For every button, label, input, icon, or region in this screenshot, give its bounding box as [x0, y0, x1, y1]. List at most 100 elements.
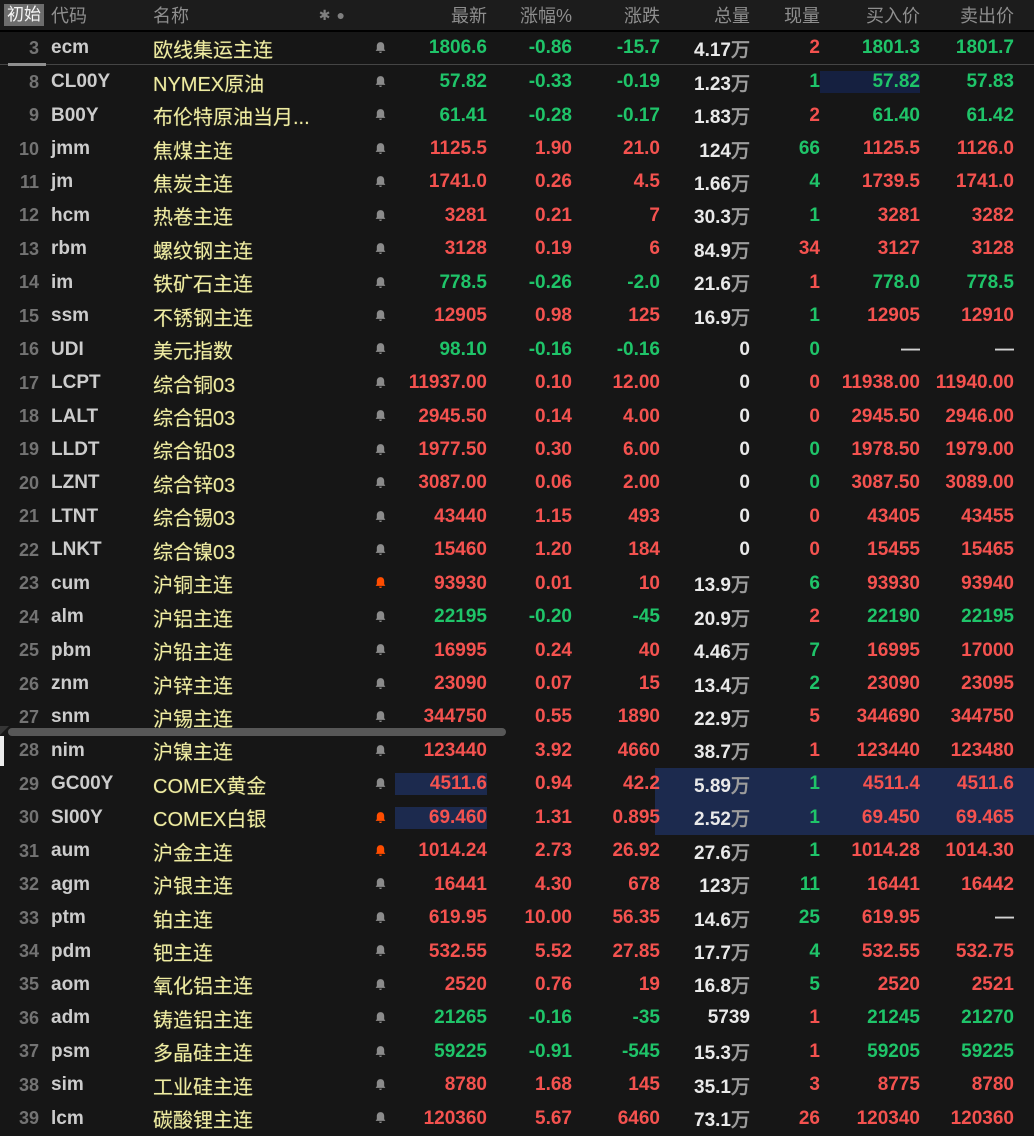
table-row[interactable]: 23 cum 沪铜主连 93930 0.01 10 13.9万 6 93930 …: [0, 567, 1034, 600]
table-row[interactable]: 21 LTNT 综合锡03 43440 1.15 493 0 0 43405 4…: [0, 500, 1034, 533]
column-header-code[interactable]: 代码: [45, 2, 153, 28]
alert-bell-icon[interactable]: [373, 910, 388, 926]
column-header-initial[interactable]: 初始: [0, 4, 45, 26]
alert-bell-icon[interactable]: [373, 74, 388, 90]
table-row[interactable]: 19 LLDT 综合铅03 1977.50 0.30 6.00 0 0 1978…: [0, 433, 1034, 466]
alert-bell-icon[interactable]: [373, 743, 388, 759]
last-price: 344750: [395, 706, 487, 728]
alert-cell: [365, 909, 395, 927]
initial-badge[interactable]: 初始: [4, 4, 44, 26]
current-volume: 7: [750, 640, 820, 662]
last-price: 23090: [395, 673, 487, 695]
table-row[interactable]: 9 B00Y 布伦特原油当月... 61.41 -0.28 -0.17 1.83…: [0, 99, 1034, 132]
scrollbar-corner-handle[interactable]: [0, 726, 9, 735]
change-value: 7: [572, 205, 660, 227]
current-volume: 2: [750, 673, 820, 695]
bid-price: 123440: [820, 740, 920, 762]
table-row[interactable]: 29 GC00Y COMEX黄金 4511.6 0.94 42.2 5.89万 …: [0, 768, 1034, 801]
instrument-name: 铂主连: [153, 904, 365, 933]
instrument-name: 多晶硅主连: [153, 1037, 365, 1066]
alert-bell-icon[interactable]: [373, 1077, 388, 1093]
change-value: 6.00: [572, 439, 660, 461]
alert-bell-icon[interactable]: [373, 843, 388, 859]
column-header-total-volume[interactable]: 总量: [660, 2, 750, 28]
table-row[interactable]: 35 aom 氧化铝主连 2520 0.76 19 16.8万 5 2520 2…: [0, 968, 1034, 1001]
alert-bell-icon[interactable]: [373, 308, 388, 324]
instrument-code: ecm: [45, 37, 153, 59]
table-row[interactable]: 32 agm 沪银主连 16441 4.30 678 123万 11 16441…: [0, 868, 1034, 901]
last-price: 619.95: [395, 907, 487, 929]
table-row[interactable]: 31 aum 沪金主连 1014.24 2.73 26.92 27.6万 1 1…: [0, 835, 1034, 868]
table-row[interactable]: 24 alm 沪铝主连 22195 -0.20 -45 20.9万 2 2219…: [0, 600, 1034, 633]
table-row[interactable]: 30 SI00Y COMEX白银 69.460 1.31 0.895 2.52万…: [0, 801, 1034, 834]
alert-bell-icon[interactable]: [373, 575, 388, 591]
change-value: -545: [572, 1041, 660, 1063]
alert-bell-icon[interactable]: [373, 642, 388, 658]
column-header-change-percent[interactable]: 涨幅%: [487, 2, 572, 28]
alert-bell-icon[interactable]: [373, 475, 388, 491]
alert-cell: [365, 642, 395, 660]
table-row[interactable]: 22 LNKT 综合镍03 15460 1.20 184 0 0 15455 1…: [0, 534, 1034, 567]
column-header-bid[interactable]: 买入价: [820, 2, 920, 28]
alert-bell-icon[interactable]: [373, 542, 388, 558]
alert-bell-icon[interactable]: [373, 1044, 388, 1060]
instrument-name-text: 沪锌主连: [153, 670, 233, 699]
instrument-name-text: 钯主连: [153, 937, 213, 966]
column-header-current-volume[interactable]: 现量: [750, 2, 820, 28]
table-row[interactable]: 14 im 铁矿石主连 778.5 -0.26 -2.0 21.6万 1 778…: [0, 266, 1034, 299]
alert-bell-icon[interactable]: [373, 107, 388, 123]
row-number: 32: [0, 874, 45, 895]
table-row[interactable]: 20 LZNT 综合锌03 3087.00 0.06 2.00 0 0 3087…: [0, 467, 1034, 500]
column-header-ask[interactable]: 卖出价: [920, 2, 1014, 28]
alert-bell-icon[interactable]: [373, 1110, 388, 1126]
table-row[interactable]: 15 ssm 不锈钢主连 12905 0.98 125 16.9万 1 1290…: [0, 300, 1034, 333]
alert-bell-icon[interactable]: [373, 509, 388, 525]
column-header-change[interactable]: 涨跌: [572, 2, 660, 28]
alert-bell-icon[interactable]: [373, 709, 388, 725]
total-volume: 124万: [660, 136, 750, 163]
alert-bell-icon[interactable]: [373, 241, 388, 257]
alert-bell-icon[interactable]: [373, 676, 388, 692]
table-row[interactable]: 18 LALT 综合铝03 2945.50 0.14 4.00 0 0 2945…: [0, 400, 1034, 433]
alert-bell-icon[interactable]: [373, 275, 388, 291]
table-row[interactable]: 37 psm 多晶硅主连 59225 -0.91 -545 15.3万 1 59…: [0, 1035, 1034, 1068]
table-row[interactable]: 13 rbm 螺纹钢主连 3128 0.19 6 84.9万 34 3127 3…: [0, 233, 1034, 266]
table-row[interactable]: 10 jmm 焦煤主连 1125.5 1.90 21.0 124万 66 112…: [0, 132, 1034, 165]
table-row[interactable]: 8 CL00Y NYMEX原油 57.82 -0.33 -0.19 1.23万 …: [0, 65, 1034, 98]
alert-bell-icon[interactable]: [373, 609, 388, 625]
table-row[interactable]: 34 pdm 钯主连 532.55 5.52 27.85 17.7万 4 532…: [0, 935, 1034, 968]
current-volume: 4: [750, 171, 820, 193]
column-header-last[interactable]: 最新: [395, 2, 487, 28]
alert-bell-icon[interactable]: [373, 40, 388, 56]
table-row[interactable]: 36 adm 铸造铝主连 21265 -0.16 -35 5739 1 2124…: [0, 1002, 1034, 1035]
alert-bell-icon[interactable]: [373, 943, 388, 959]
total-volume: 0: [660, 506, 750, 528]
column-header-name[interactable]: 名称 ✱ ●: [153, 2, 365, 28]
alert-bell-icon[interactable]: [373, 977, 388, 993]
table-row[interactable]: 38 sim 工业硅主连 8780 1.68 145 35.1万 3 8775 …: [0, 1069, 1034, 1102]
table-row[interactable]: 26 znm 沪锌主连 23090 0.07 15 13.4万 2 23090 …: [0, 667, 1034, 700]
alert-bell-icon[interactable]: [373, 375, 388, 391]
bid-price: 4511.4: [820, 773, 920, 795]
table-row[interactable]: 39 lcm 碳酸锂主连 120360 5.67 6460 73.1万 26 1…: [0, 1102, 1034, 1135]
alert-bell-icon[interactable]: [373, 141, 388, 157]
alert-bell-icon[interactable]: [373, 776, 388, 792]
table-row[interactable]: 28 nim 沪镍主连 123440 3.92 4660 38.7万 1 123…: [0, 734, 1034, 767]
alert-bell-icon[interactable]: [373, 876, 388, 892]
alert-bell-icon[interactable]: [373, 341, 388, 357]
column-header-name-label: 名称: [153, 2, 189, 28]
table-row[interactable]: 33 ptm 铂主连 619.95 10.00 56.35 14.6万 25 6…: [0, 901, 1034, 934]
table-row[interactable]: 16 UDI 美元指数 98.10 -0.16 -0.16 0 0 — —: [0, 333, 1034, 366]
table-row[interactable]: 11 jm 焦炭主连 1741.0 0.26 4.5 1.66万 4 1739.…: [0, 166, 1034, 199]
alert-bell-icon[interactable]: [373, 810, 388, 826]
instrument-name: 综合铝03: [153, 402, 365, 431]
alert-bell-icon[interactable]: [373, 1010, 388, 1026]
table-row[interactable]: 12 hcm 热卷主连 3281 0.21 7 30.3万 1 3281 328…: [0, 199, 1034, 232]
alert-bell-icon[interactable]: [373, 174, 388, 190]
alert-bell-icon[interactable]: [373, 208, 388, 224]
table-row[interactable]: 3 ecm 欧线集运主连 1806.6 -0.86 -15.7 4.17万 2 …: [0, 32, 1034, 65]
table-row[interactable]: 17 LCPT 综合铜03 11937.00 0.10 12.00 0 0 11…: [0, 366, 1034, 399]
alert-bell-icon[interactable]: [373, 442, 388, 458]
table-row[interactable]: 25 pbm 沪铅主连 16995 0.24 40 4.46万 7 16995 …: [0, 634, 1034, 667]
alert-bell-icon[interactable]: [373, 408, 388, 424]
